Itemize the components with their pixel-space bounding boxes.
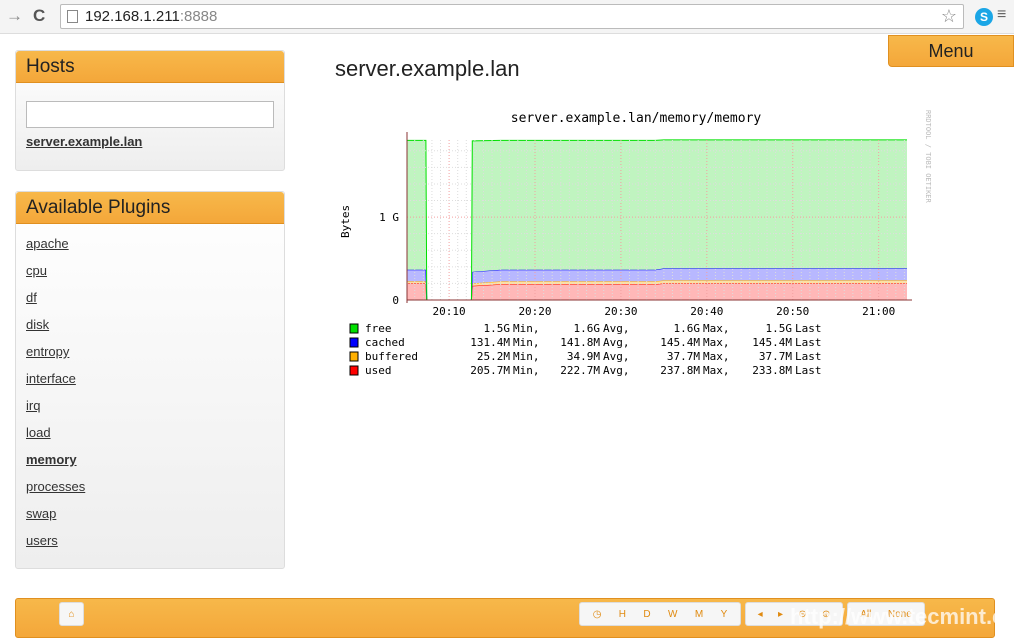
legend-used-min: 205.7M xyxy=(470,364,510,377)
hosts-title: Hosts xyxy=(16,51,284,83)
legend-suffix: Min, xyxy=(513,336,540,349)
legend-cached-name: cached xyxy=(365,336,405,349)
legend-suffix: Max, xyxy=(703,364,730,377)
plugins-panel: Available Plugins apache cpu df disk entropy… xyxy=(15,191,285,569)
url-host: 192.168.1.211 xyxy=(85,8,180,25)
menu-button[interactable]: Menu xyxy=(888,35,1014,67)
browser-toolbar: → C 192.168.1.211:8888 ☆ S ≡ xyxy=(0,0,1014,34)
legend-buffered-avg: 34.9M xyxy=(567,350,600,363)
range-button[interactable]: Y xyxy=(721,609,728,620)
browser-menu-icon[interactable]: ≡ xyxy=(997,6,1006,24)
address-bar[interactable]: 192.168.1.211:8888 ☆ xyxy=(60,4,964,29)
legend-suffix: Avg, xyxy=(603,322,630,335)
plugin-link-disk[interactable]: disk xyxy=(26,317,284,344)
plugin-link-entropy[interactable]: entropy xyxy=(26,344,284,371)
area-used xyxy=(407,283,907,300)
chart-title: server.example.lan/memory/memory xyxy=(511,111,762,126)
legend-suffix: Max, xyxy=(703,336,730,349)
reload-button[interactable]: C xyxy=(33,6,45,26)
legend-suffix: Max, xyxy=(703,322,730,335)
legend-free-last: 1.5G xyxy=(766,322,793,335)
plugin-link-load[interactable]: load xyxy=(26,425,284,452)
hosts-panel: Hosts server.example.lan xyxy=(15,50,285,171)
nav-button[interactable]: ▸ xyxy=(778,609,783,620)
legend-suffix: Avg, xyxy=(603,350,630,363)
legend-suffix: Avg, xyxy=(603,364,630,377)
legend-suffix: Min, xyxy=(513,350,540,363)
plugins-title: Available Plugins xyxy=(16,192,284,224)
y-axis-label: Bytes xyxy=(339,205,352,238)
x-tick-label: 20:50 xyxy=(776,305,809,318)
legend-suffix: Max, xyxy=(703,350,730,363)
y-tick-label: 1 G xyxy=(379,211,399,224)
time-range-group: ◷ H D W M Y xyxy=(579,602,741,626)
rrdtool-watermark: RRDTOOL / TOBI OETIKER xyxy=(924,110,932,204)
legend-suffix: Avg, xyxy=(603,336,630,349)
range-button[interactable]: D xyxy=(643,609,650,620)
legend-suffix: Last xyxy=(795,322,822,335)
legend-swatch-free xyxy=(349,323,359,334)
host-link[interactable]: server.example.lan xyxy=(26,134,284,161)
legend-cached-max: 145.4M xyxy=(660,336,700,349)
plugin-link-irq[interactable]: irq xyxy=(26,398,284,425)
legend-swatch-used xyxy=(349,365,359,376)
legend-free-max: 1.6G xyxy=(674,322,701,335)
legend-free-name: free xyxy=(365,322,392,335)
legend-buffered-name: buffered xyxy=(365,350,418,363)
url-port: :8888 xyxy=(179,8,218,25)
plugin-link-interface[interactable]: interface xyxy=(26,371,284,398)
legend-buffered-last: 37.7M xyxy=(759,350,792,363)
legend-swatch-cached xyxy=(349,337,359,348)
legend-used-name: used xyxy=(365,364,392,377)
host-filter-input[interactable] xyxy=(26,101,274,128)
range-button[interactable]: H xyxy=(619,609,626,620)
x-tick-label: 20:40 xyxy=(690,305,723,318)
range-button[interactable]: M xyxy=(695,609,703,620)
range-button[interactable]: W xyxy=(668,609,677,620)
bookmark-star-icon[interactable]: ☆ xyxy=(941,5,957,28)
legend-used-max: 237.8M xyxy=(660,364,700,377)
watermark: http://www.tecmint.com xyxy=(790,604,1014,629)
range-button[interactable]: ◷ xyxy=(593,609,602,620)
plugin-link-apache[interactable]: apache xyxy=(26,236,284,263)
legend-free-min: 1.5G xyxy=(484,322,511,335)
legend-used-avg: 222.7M xyxy=(560,364,600,377)
plugin-link-memory[interactable]: memory xyxy=(26,452,284,479)
x-tick-label: 21:00 xyxy=(862,305,895,318)
legend-swatch-buffered xyxy=(349,351,359,362)
page-icon xyxy=(67,10,78,23)
legend-suffix: Last xyxy=(795,336,822,349)
legend-cached-last: 145.4M xyxy=(752,336,792,349)
skype-icon[interactable]: S xyxy=(975,8,993,26)
nav-button[interactable]: ◂ xyxy=(758,609,763,620)
legend-used-last: 233.8M xyxy=(752,364,792,377)
y-tick-label: 0 xyxy=(392,294,399,307)
page-title: server.example.lan xyxy=(335,56,520,81)
legend-buffered-min: 25.2M xyxy=(477,350,510,363)
x-tick-label: 20:20 xyxy=(518,305,551,318)
x-tick-label: 20:30 xyxy=(604,305,637,318)
plugin-link-processes[interactable]: processes xyxy=(26,479,284,506)
legend-suffix: Last xyxy=(795,364,822,377)
plugin-link-cpu[interactable]: cpu xyxy=(26,263,284,290)
legend-suffix: Min, xyxy=(513,364,540,377)
plugin-link-users[interactable]: users xyxy=(26,533,284,560)
memory-graph: server.example.lan/memory/memory Bytes RRD… xyxy=(339,110,932,377)
legend-cached-min: 131.4M xyxy=(470,336,510,349)
legend-free-avg: 1.6G xyxy=(574,322,601,335)
legend-suffix: Min, xyxy=(513,322,540,335)
plugin-link-swap[interactable]: swap xyxy=(26,506,284,533)
legend-buffered-max: 37.7M xyxy=(667,350,700,363)
legend-cached-avg: 141.8M xyxy=(560,336,600,349)
home-button[interactable]: ⌂ xyxy=(59,602,84,626)
x-tick-label: 20:10 xyxy=(433,305,466,318)
plugin-link-df[interactable]: df xyxy=(26,290,284,317)
forward-button[interactable]: → xyxy=(6,6,23,26)
legend-suffix: Last xyxy=(795,350,822,363)
